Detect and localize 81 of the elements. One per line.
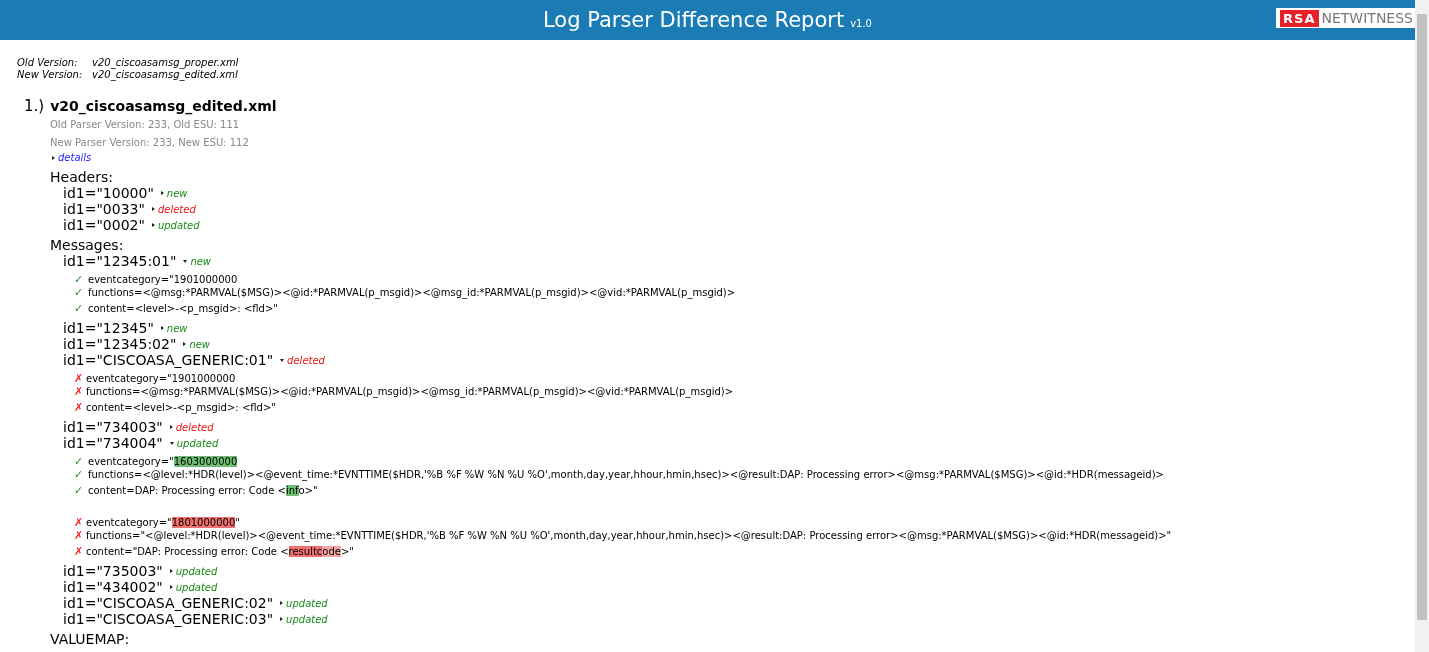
status-label[interactable]: updated — [157, 219, 200, 231]
expand-arrow-icon[interactable] — [169, 585, 173, 589]
details-link[interactable]: details — [58, 152, 92, 163]
expand-arrow-icon[interactable] — [280, 617, 284, 621]
version-file: v20_ciscoasamsg_proper.xml — [92, 57, 239, 68]
diff-line: functions=<@msg:*PARMVAL($MSG)><@id:*PARMVAL(p_msgid)><@msg_id:*PARMVAL(p_msgid)><@vid:*PARMVAL(p_msgid)> — [86, 385, 734, 398]
version-label: Old Version: — [17, 57, 79, 69]
entry-id: id1="734003" — [63, 419, 163, 435]
expand-arrow-icon[interactable] — [280, 358, 285, 362]
diff-line: eventcategory="1901000000 — [88, 273, 238, 286]
status-label[interactable]: updated — [175, 581, 218, 593]
parser-info: Old Parser Version: 233, Old ESU: 111 — [50, 118, 241, 132]
entry-id: id1="12345:02" — [63, 336, 177, 352]
scrollbar[interactable] — [1415, 0, 1429, 652]
cross-mark: ✗ — [74, 545, 85, 558]
diff-line: content=<level>-<p_msgid>: <fld>" — [86, 401, 276, 414]
expand-arrow-icon[interactable] — [151, 223, 155, 227]
check-mark: ✓ — [74, 455, 85, 468]
logo-name: NETWITNESS — [1321, 10, 1413, 26]
status-label[interactable]: new — [189, 338, 211, 350]
status-label[interactable]: updated — [286, 597, 328, 609]
entry-id: id1="12345:01" — [63, 253, 177, 269]
check-mark: ✓ — [74, 468, 85, 481]
version-label: v1.0 — [850, 18, 872, 29]
cross-mark: ✗ — [74, 401, 85, 414]
expand-arrow-icon[interactable] — [169, 425, 173, 429]
diff-line: eventcategory="1901000000 — [86, 372, 236, 385]
entry-id: id1="CISCOASA_GENERIC:01" — [63, 352, 274, 368]
status-label[interactable]: deleted — [157, 203, 196, 215]
parser-info: New Parser Version: 233, New ESU: 112 — [50, 136, 250, 150]
expand-arrow-icon[interactable] — [160, 326, 164, 330]
entry-id: id1="434002" — [63, 579, 163, 595]
entry-id: id1="10000" — [63, 185, 154, 201]
section-title: VALUEMAP: — [50, 631, 131, 647]
diff-line: content="DAP: Processing error: Code <resultcode>" — [86, 545, 354, 558]
cross-mark: ✗ — [74, 516, 85, 529]
status-label[interactable]: deleted — [287, 354, 325, 366]
cross-mark: ✗ — [74, 372, 85, 385]
entry-id: id1="0033" — [63, 201, 145, 217]
entry-id: id1="734004" — [63, 435, 163, 451]
status-label[interactable]: updated — [286, 613, 328, 625]
status-label[interactable]: new — [166, 322, 188, 334]
diff-line: functions=<@level:*HDR(level)><@event_time:*EVNTTIME($HDR,'%B %F %W %N %U %O',month,day,year,hhour,hmin,hsec)><@result:DAP: Processing error><@msg:*PARMVAL($MSG)><@id:*HDR(messageid)> — [88, 468, 1164, 481]
check-mark: ✓ — [74, 286, 85, 299]
diff-line: functions="<@level:*HDR(level)><@event_time:*EVNTTIME($HDR,'%B %F %W %N %U %O',month,day,year,hhour,hmin,hsec)><@result:DAP: Processing error><@msg:*PARMVAL($MSG)><@id:*HDR(messageid)>" — [86, 529, 1172, 542]
entry-id: id1="CISCOASA_GENERIC:02" — [63, 595, 274, 611]
expand-arrow-icon[interactable] — [280, 601, 284, 605]
expand-arrow-icon[interactable] — [183, 259, 188, 263]
expand-arrow-icon[interactable] — [151, 207, 155, 211]
status-label[interactable]: new — [190, 255, 212, 267]
diff-line: functions=<@msg:*PARMVAL($MSG)><@id:*PARMVAL(p_msgid)><@msg_id:*PARMVAL(p_msgid)><@vid:*PARMVAL(p_msgid)> — [88, 286, 736, 299]
status-label[interactable]: updated — [176, 437, 219, 449]
diff-line: content=<level>-<p_msgid>: <fld>" — [88, 302, 278, 315]
entry-id: id1="CISCOASA_GENERIC:03" — [63, 611, 274, 627]
diff-line: eventcategory="1801000000" — [86, 516, 240, 529]
expand-arrow-icon[interactable] — [160, 191, 164, 195]
status-label[interactable]: updated — [175, 565, 218, 577]
status-label[interactable]: deleted — [175, 421, 214, 433]
report-file: v20_ciscoasamsg_edited.xml — [50, 98, 277, 114]
check-mark: ✓ — [74, 302, 85, 315]
version-label: New Version: — [17, 69, 84, 81]
entry-id: id1="12345" — [63, 320, 154, 336]
entry-id: id1="735003" — [63, 563, 163, 579]
check-mark: ✓ — [74, 273, 85, 286]
report-number: 1.) — [24, 97, 45, 115]
version-file: v20_ciscoasamsg_edited.xml — [92, 69, 238, 80]
status-label[interactable]: new — [166, 187, 188, 199]
cross-mark: ✗ — [74, 385, 85, 398]
expand-arrow-icon[interactable] — [183, 342, 187, 346]
section-title: Headers: — [50, 169, 114, 185]
entry-id: id1="0002" — [63, 217, 145, 233]
report-title: Log Parser Difference Report — [543, 8, 845, 32]
scrollbar-thumb[interactable] — [1417, 14, 1427, 620]
expand-arrow-icon[interactable] — [52, 155, 55, 160]
expand-arrow-icon[interactable] — [169, 569, 173, 573]
logo-badge: RSA — [1280, 9, 1319, 27]
cross-mark: ✗ — [74, 529, 85, 542]
diff-line: eventcategory="1603000000 — [88, 455, 238, 468]
section-title: Messages: — [50, 237, 125, 253]
check-mark: ✓ — [74, 484, 85, 497]
expand-arrow-icon[interactable] — [169, 441, 174, 445]
